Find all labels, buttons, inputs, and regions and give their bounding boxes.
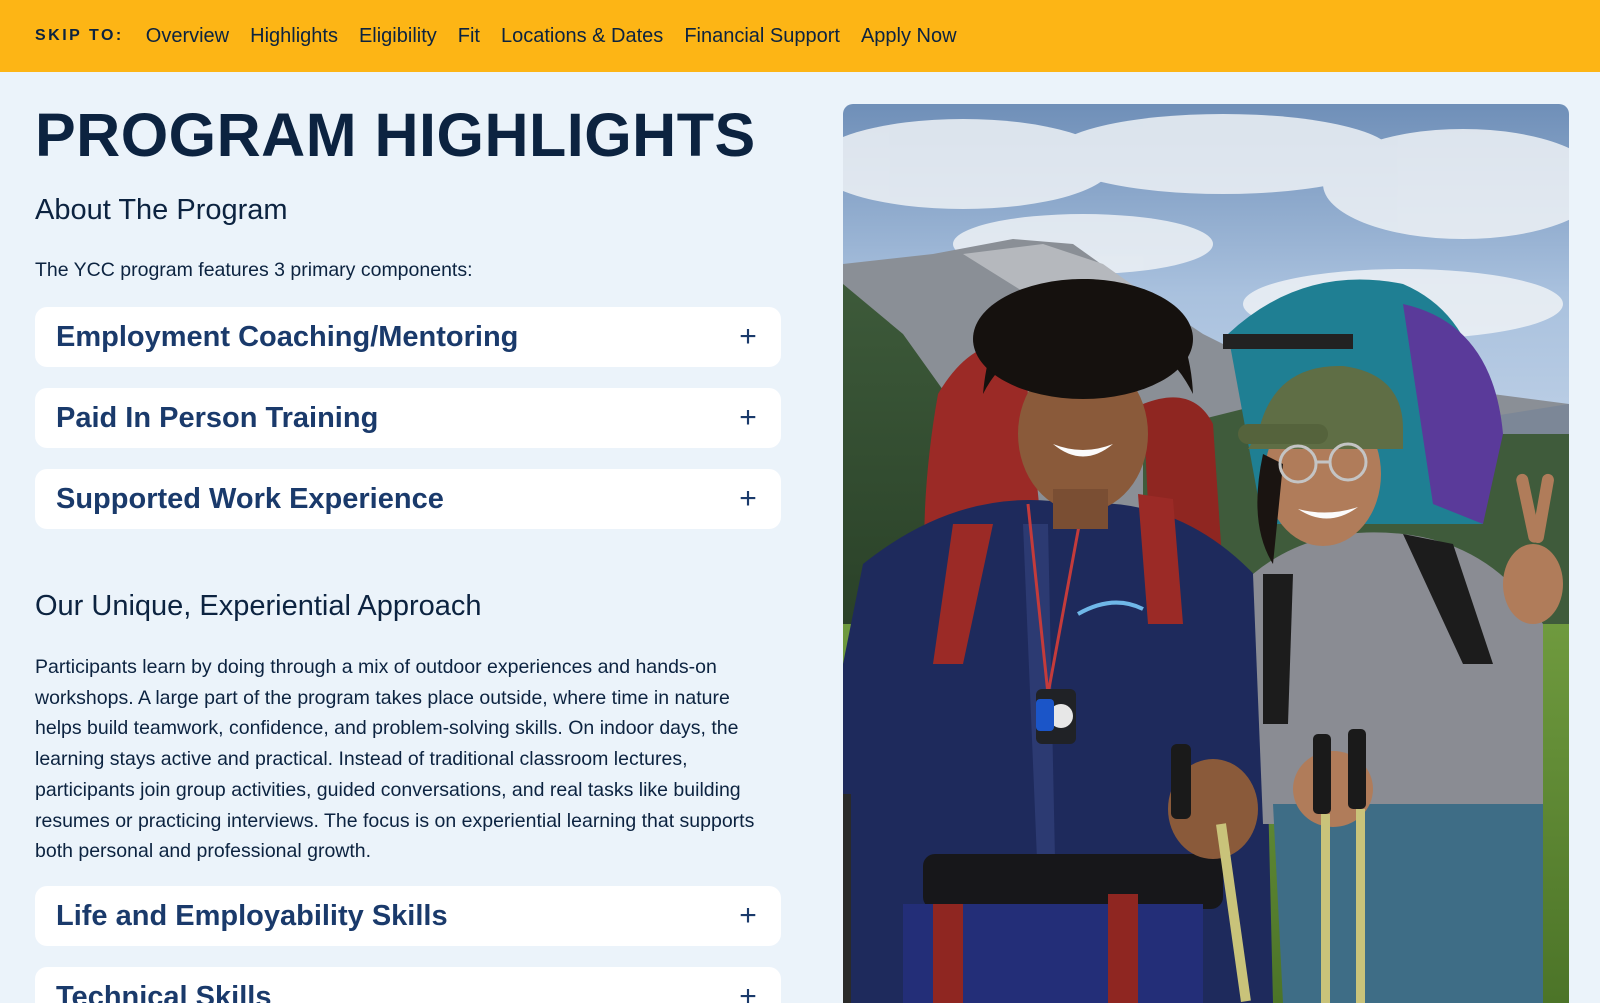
accordion-title: Life and Employability Skills [56, 899, 448, 932]
page-title: PROGRAM HIGHLIGHTS [35, 101, 756, 169]
plus-icon: + [739, 980, 757, 1003]
skip-link-highlights[interactable]: Highlights [250, 25, 338, 48]
accordion-paid-training[interactable]: Paid In Person Training + [35, 388, 781, 448]
approach-body: Participants learn by doing through a mi… [35, 656, 755, 863]
hikers-photo [843, 104, 1569, 1003]
about-intro: The YCC program features 3 primary compo… [35, 259, 473, 281]
accordion-technical-skills[interactable]: Technical Skills + [35, 967, 781, 1003]
about-heading: About The Program [35, 194, 288, 226]
accordion-supported-work[interactable]: Supported Work Experience + [35, 469, 781, 529]
plus-icon: + [739, 482, 757, 515]
skip-link-fit[interactable]: Fit [458, 25, 480, 48]
skip-link-overview[interactable]: Overview [146, 25, 229, 48]
skip-link-eligibility[interactable]: Eligibility [359, 25, 437, 48]
accordion-title: Employment Coaching/Mentoring [56, 320, 519, 353]
skip-to-bar: SKIP TO: Overview Highlights Eligibility… [0, 0, 1600, 72]
accordion-life-employability[interactable]: Life and Employability Skills + [35, 886, 781, 946]
plus-icon: + [739, 320, 757, 353]
plus-icon: + [739, 899, 757, 932]
plus-icon: + [739, 401, 757, 434]
skip-to-label: SKIP TO: [35, 27, 124, 44]
accordion-title: Technical Skills [56, 980, 272, 1003]
skip-link-locations-dates[interactable]: Locations & Dates [501, 25, 663, 48]
accordion-title: Paid In Person Training [56, 401, 379, 434]
skip-link-financial-support[interactable]: Financial Support [684, 25, 840, 48]
accordion-employment-coaching[interactable]: Employment Coaching/Mentoring + [35, 307, 781, 367]
skip-link-apply-now[interactable]: Apply Now [861, 25, 957, 48]
approach-heading: Our Unique, Experiential Approach [35, 590, 482, 622]
accordion-title: Supported Work Experience [56, 482, 444, 515]
